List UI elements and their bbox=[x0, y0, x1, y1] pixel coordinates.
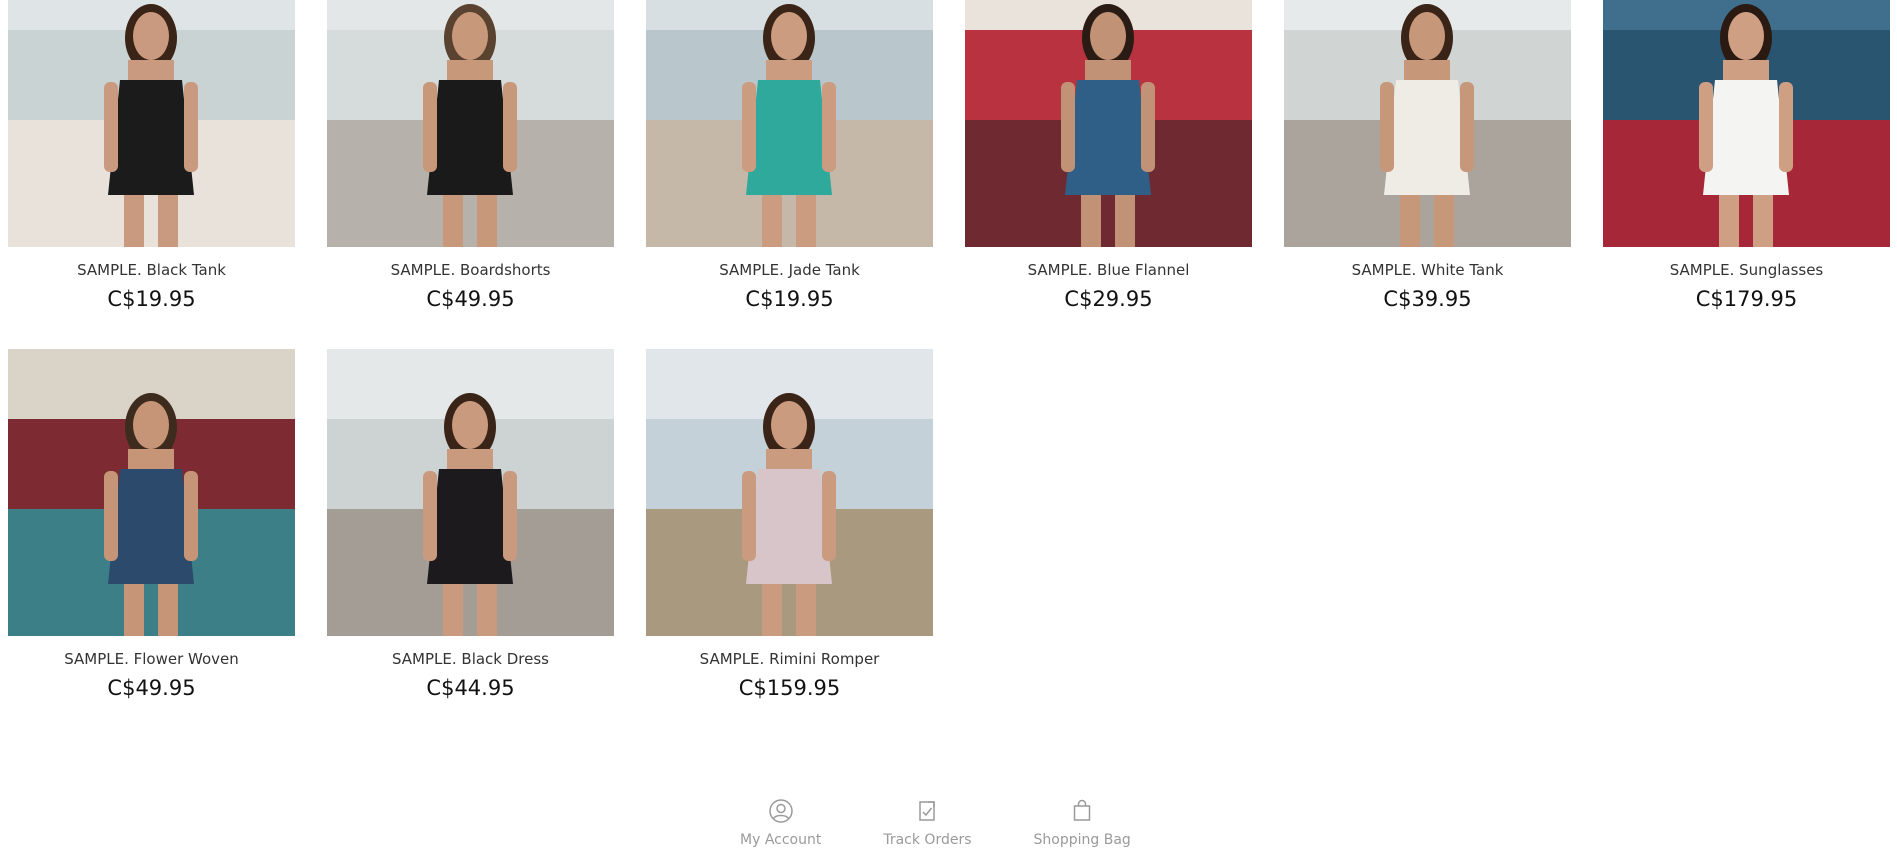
product-name[interactable]: SAMPLE. White Tank bbox=[1284, 261, 1571, 279]
track-orders-label: Track Orders bbox=[883, 832, 972, 848]
product-image[interactable] bbox=[965, 0, 1252, 247]
product-grid: SAMPLE. Black Tank C$19.95 SAMPLE. Boardsh… bbox=[8, 0, 1890, 700]
my-account-label: My Account bbox=[740, 832, 822, 848]
product-card[interactable]: SAMPLE. Blue Flannel C$29.95 bbox=[965, 0, 1252, 311]
product-price: C$44.95 bbox=[426, 676, 515, 700]
product-card[interactable]: SAMPLE. Rimini Romper C$159.95 bbox=[646, 349, 933, 700]
product-price: C$29.95 bbox=[1064, 287, 1153, 311]
product-price: C$179.95 bbox=[1695, 287, 1798, 311]
product-price: C$49.95 bbox=[426, 287, 515, 311]
shopping-bag-label: Shopping Bag bbox=[1033, 832, 1131, 848]
product-name[interactable]: SAMPLE. Jade Tank bbox=[646, 261, 933, 279]
product-card[interactable]: SAMPLE. Black Tank C$19.95 bbox=[8, 0, 295, 311]
shopping-bag-icon bbox=[1073, 799, 1091, 821]
user-circle-icon bbox=[768, 799, 793, 823]
product-name[interactable]: SAMPLE. Black Dress bbox=[327, 650, 614, 668]
product-name[interactable]: SAMPLE. Sunglasses bbox=[1603, 261, 1890, 279]
product-image[interactable] bbox=[646, 349, 933, 636]
product-card[interactable]: SAMPLE. White Tank C$39.95 bbox=[1284, 0, 1571, 311]
product-card[interactable]: SAMPLE. Black Dress C$44.95 bbox=[327, 349, 614, 700]
product-name[interactable]: SAMPLE. Flower Woven bbox=[8, 650, 295, 668]
product-card[interactable]: SAMPLE. Jade Tank C$19.95 bbox=[646, 0, 933, 311]
product-card[interactable]: SAMPLE. Flower Woven C$49.95 bbox=[8, 349, 295, 700]
product-price: C$19.95 bbox=[107, 287, 196, 311]
product-price: C$159.95 bbox=[738, 676, 841, 700]
product-image[interactable] bbox=[327, 349, 614, 636]
product-price: C$49.95 bbox=[107, 676, 196, 700]
clipboard-check-icon bbox=[919, 801, 936, 821]
product-image[interactable] bbox=[1284, 0, 1571, 247]
product-name[interactable]: SAMPLE. Black Tank bbox=[8, 261, 295, 279]
product-image[interactable] bbox=[327, 0, 614, 247]
product-card[interactable]: SAMPLE. Boardshorts C$49.95 bbox=[327, 0, 614, 311]
product-image[interactable] bbox=[8, 0, 295, 247]
product-image[interactable] bbox=[8, 349, 295, 636]
product-name[interactable]: SAMPLE. Blue Flannel bbox=[965, 261, 1252, 279]
product-price: C$39.95 bbox=[1383, 287, 1472, 311]
product-card[interactable]: SAMPLE. Sunglasses C$179.95 bbox=[1603, 0, 1890, 311]
product-name[interactable]: SAMPLE. Boardshorts bbox=[327, 261, 614, 279]
product-image[interactable] bbox=[646, 0, 933, 247]
product-image[interactable] bbox=[1603, 0, 1890, 247]
product-name[interactable]: SAMPLE. Rimini Romper bbox=[646, 650, 933, 668]
product-price: C$19.95 bbox=[745, 287, 834, 311]
